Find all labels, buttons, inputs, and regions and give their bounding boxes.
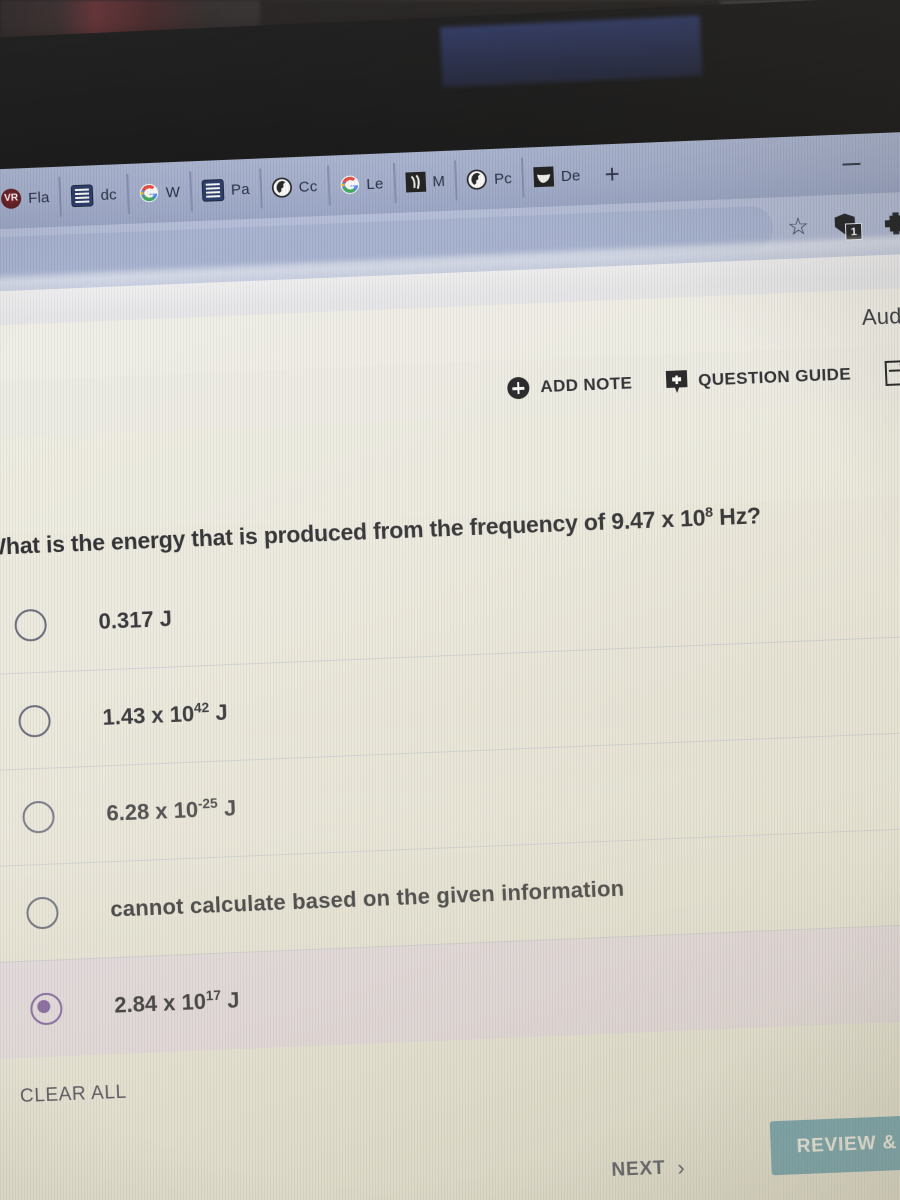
browser-tab-0[interactable]: VR Fla bbox=[0, 177, 60, 220]
plus-circle-icon bbox=[506, 376, 530, 400]
answer-option-label: 6.28 x 10-25 J bbox=[105, 795, 237, 826]
user-name: Audrey Cla bbox=[861, 300, 900, 330]
question-guide-button[interactable]: QUESTION GUIDE bbox=[666, 363, 852, 394]
document-favicon bbox=[71, 184, 94, 208]
document-favicon bbox=[201, 178, 225, 202]
tab-title: De bbox=[560, 166, 581, 185]
answer-exponent: 42 bbox=[193, 700, 210, 716]
tab-title: W bbox=[165, 183, 181, 201]
radio-button-selected[interactable] bbox=[29, 991, 64, 1026]
browser-tab-2[interactable]: W bbox=[125, 171, 191, 214]
extension-count-badge: 1 bbox=[844, 222, 863, 241]
vr-favicon: VR bbox=[0, 188, 22, 210]
answer-option-label: 2.84 x 1017 J bbox=[113, 987, 240, 1018]
answer-exponent: 17 bbox=[205, 988, 222, 1004]
tab-title: dc bbox=[100, 185, 118, 204]
answer-option-label: cannot calculate based on the given info… bbox=[109, 875, 625, 922]
shield-icon[interactable]: 1 bbox=[834, 213, 863, 241]
browser-tab-3[interactable]: Pa bbox=[189, 168, 261, 212]
browser-tab-4[interactable]: Cc bbox=[258, 165, 329, 209]
next-question-button[interactable]: NEXT › bbox=[611, 1155, 686, 1184]
google-favicon bbox=[339, 174, 360, 195]
dark-favicon bbox=[533, 166, 555, 188]
tab-title: Pa bbox=[230, 180, 251, 199]
tab-title: Le bbox=[366, 174, 384, 193]
browser-tab-7[interactable]: Pc bbox=[454, 157, 523, 201]
exit-arrow-icon bbox=[884, 359, 900, 386]
bezel-glow bbox=[439, 15, 703, 88]
question-stem-after: Hz? bbox=[712, 502, 762, 531]
browser-tab-5[interactable]: Le bbox=[326, 163, 395, 206]
answer-option-label: 0.317 J bbox=[98, 606, 173, 635]
quiz-page: Audrey Cla ADD NOTE QUESTION GUIDE EXIT … bbox=[0, 250, 900, 1200]
add-note-button[interactable]: ADD NOTE bbox=[506, 372, 633, 400]
dark-favicon bbox=[405, 171, 426, 193]
chevron-right-icon: › bbox=[676, 1154, 686, 1181]
tab-title: Pc bbox=[493, 169, 513, 188]
google-favicon bbox=[138, 183, 159, 204]
star-icon[interactable]: ☆ bbox=[787, 213, 810, 241]
tab-title: M bbox=[432, 172, 446, 190]
radio-button[interactable] bbox=[17, 704, 52, 738]
radio-button[interactable] bbox=[21, 799, 56, 834]
exit-test-button[interactable]: EXIT TE bbox=[884, 356, 900, 386]
quiz-footer: CLEAR ALL NEXT › REVIEW & SUBM bbox=[0, 1045, 900, 1200]
answer-option-label: 1.43 x 1042 J bbox=[102, 699, 229, 731]
answer-exponent: -25 bbox=[197, 796, 218, 812]
review-and-submit-button[interactable]: REVIEW & SUBM bbox=[769, 1112, 900, 1176]
radio-button[interactable] bbox=[25, 895, 60, 930]
puzzle-icon[interactable] bbox=[884, 212, 900, 235]
guide-bookmark-icon bbox=[666, 370, 688, 394]
browser-tab-8[interactable]: De bbox=[521, 154, 592, 198]
browser-window: VR Fla dc W Pa Cc Le M Pc De + ☆ 1 Audre… bbox=[0, 128, 900, 1200]
question-guide-label: QUESTION GUIDE bbox=[697, 364, 852, 390]
answer-options-list: 0.317 J 1.43 x 1042 J 6.28 x 10-25 J can… bbox=[0, 537, 900, 1061]
radio-button[interactable] bbox=[14, 608, 48, 642]
add-note-label: ADD NOTE bbox=[539, 373, 633, 397]
globe-favicon bbox=[271, 177, 293, 198]
monitor-photo: VR Fla dc W Pa Cc Le M Pc De + ☆ 1 Audre… bbox=[0, 0, 900, 1200]
tab-title: Cc bbox=[298, 177, 318, 196]
browser-tab-6[interactable]: M bbox=[392, 160, 456, 203]
globe-favicon bbox=[466, 169, 488, 190]
clear-all-button[interactable]: CLEAR ALL bbox=[20, 1045, 900, 1108]
toolbar-icon-group: ☆ 1 bbox=[787, 204, 900, 242]
tab-title: Fla bbox=[27, 188, 50, 207]
browser-tab-1[interactable]: dc bbox=[58, 173, 128, 217]
new-tab-button[interactable]: + bbox=[590, 159, 634, 190]
next-label: NEXT bbox=[611, 1157, 666, 1181]
minimize-button[interactable] bbox=[842, 162, 861, 166]
window-controls bbox=[842, 150, 900, 174]
